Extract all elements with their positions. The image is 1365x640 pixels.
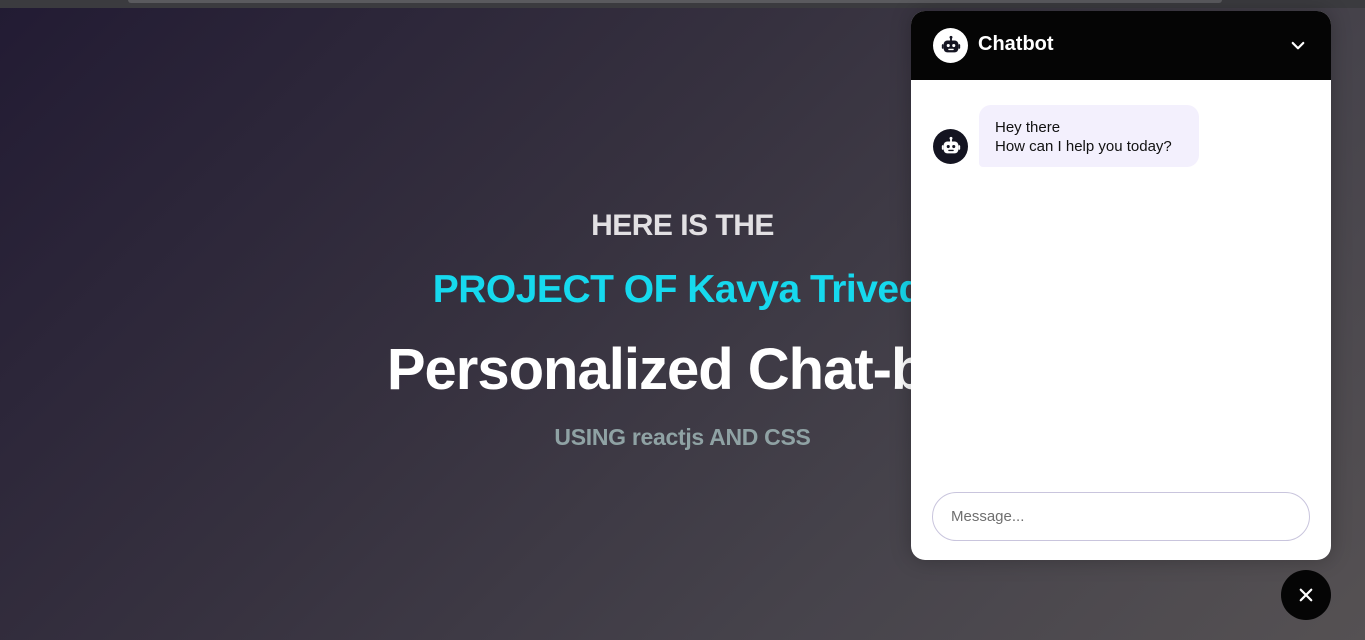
chatbot-title: Chatbot (978, 33, 1054, 55)
chatbot-header: Chatbot (911, 11, 1331, 80)
chevron-down-icon (1291, 41, 1305, 50)
robot-icon (941, 136, 960, 153)
bot-message-line: How can I help you today? (995, 138, 1172, 155)
bot-message-line: Hey there (995, 119, 1061, 136)
message-input-container (932, 492, 1310, 541)
robot-icon (933, 28, 968, 63)
chatbot-toggle-button[interactable] (1281, 570, 1331, 620)
close-icon (1299, 588, 1313, 602)
collapse-button[interactable] (1285, 33, 1311, 59)
bot-message-bubble: Hey there How can I help you today? (979, 105, 1199, 167)
message-input[interactable] (933, 493, 1309, 540)
chatbot-window: Chatbot Hey there How can I help you tod… (911, 11, 1331, 560)
bot-avatar (933, 129, 968, 164)
